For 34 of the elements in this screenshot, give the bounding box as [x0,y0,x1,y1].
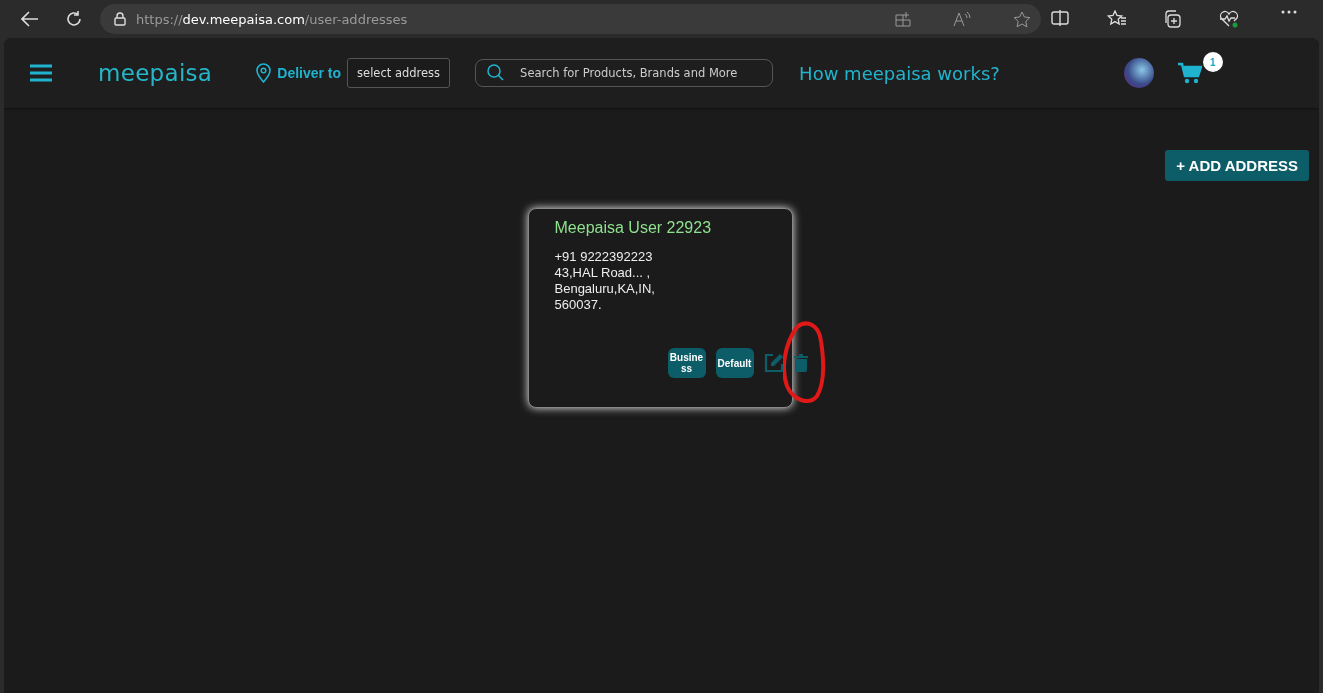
address-tag[interactable]: Business [667,348,706,378]
refresh-icon[interactable] [65,10,83,28]
address-line: 560037. [554,297,602,313]
location-pin-icon [256,63,272,83]
how-it-works-link[interactable]: How meepaisa works? [799,62,1000,84]
star-icon[interactable] [1013,10,1031,28]
address-line: +91 9222392223 [554,249,653,265]
read-aloud-icon[interactable] [953,11,971,27]
search-icon [487,64,505,81]
collections-icon[interactable] [1163,10,1181,28]
edit-icon[interactable] [763,353,784,373]
address-line: 43,HAL Road... , [554,265,651,281]
cart-icon[interactable] [1177,62,1202,84]
select-address-button[interactable]: select address [347,58,451,88]
logo[interactable]: meepaisa [98,60,213,86]
lock-icon [114,12,126,26]
address-tag[interactable]: Default [715,348,754,378]
cart-count-badge: 1 [1202,52,1223,72]
back-icon[interactable] [21,11,39,27]
url-text: https://dev.meepaisa.com/user-addresses [136,11,409,27]
more-icon[interactable] [1281,10,1297,14]
delete-icon[interactable] [793,354,808,372]
grid-plus-icon[interactable] [895,11,911,27]
deliver-label: Deliver to [277,65,342,81]
add-address-button[interactable]: + ADD ADDRESS [1165,150,1309,181]
address-name: Meepaisa User 22923 [554,219,713,237]
health-icon[interactable] [1219,10,1239,28]
search-field[interactable]: Search for Products, Brands and More [475,59,774,87]
avatar[interactable] [1123,58,1154,88]
address-line: Bengaluru,KA,IN, [554,281,655,297]
menu-button[interactable] [30,64,52,82]
favorites-icon[interactable] [1107,10,1127,27]
split-screen-icon[interactable] [1051,10,1069,26]
address-bar[interactable]: https://dev.meepaisa.com/user-addresses [100,4,1041,34]
